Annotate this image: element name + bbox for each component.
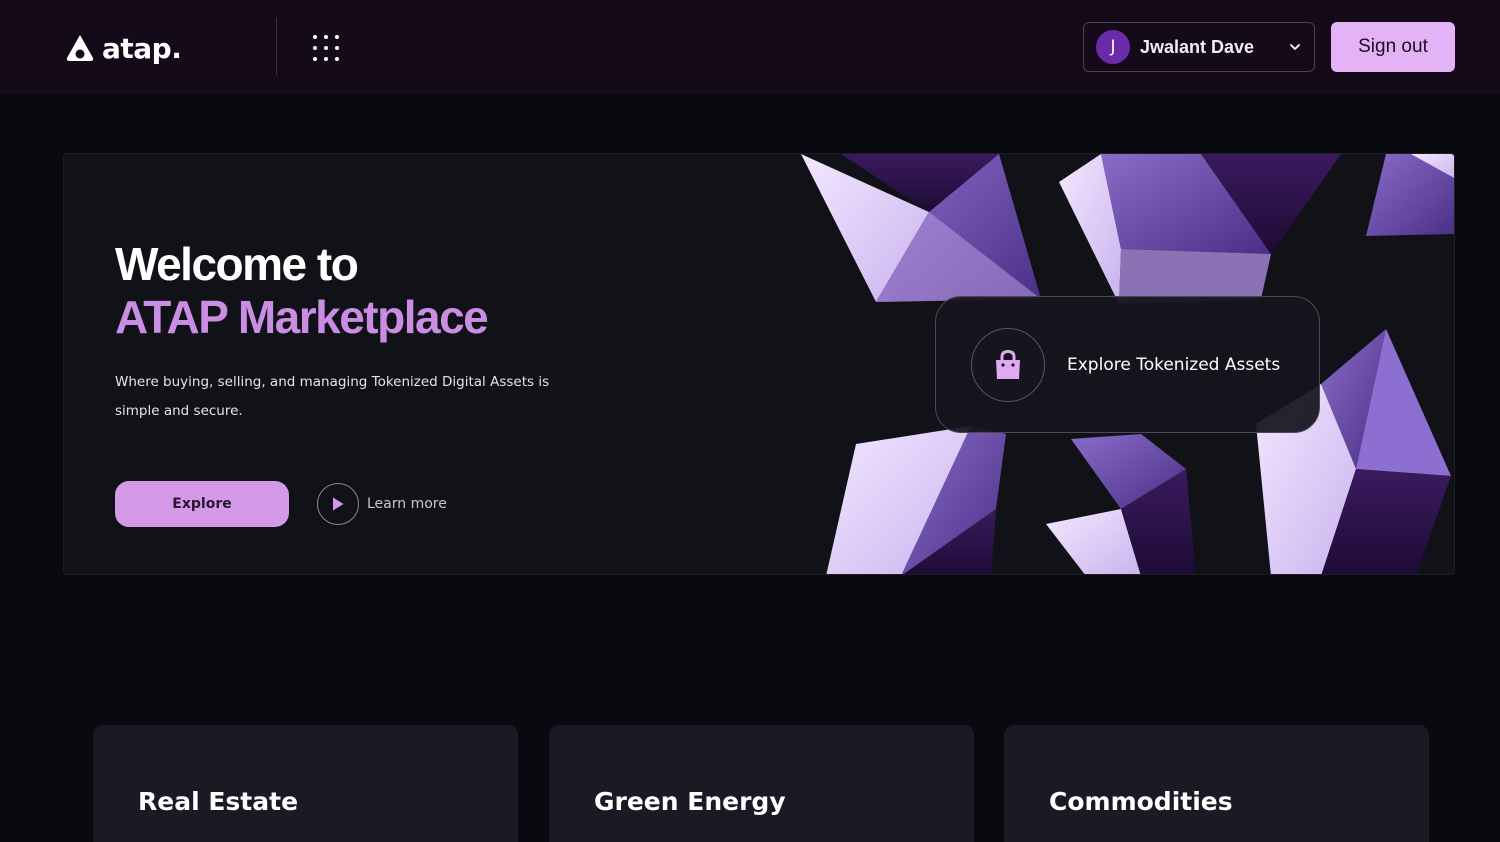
logo-text: atap. [102, 31, 182, 65]
category-card-real-estate[interactable]: Real Estate [93, 725, 518, 842]
learn-more-link[interactable]: Learn more [317, 483, 447, 525]
atap-logo-icon [66, 35, 94, 61]
shopping-bag-icon [996, 349, 1020, 379]
chevron-down-icon [1290, 44, 1300, 50]
hero-title-line1: Welcome to [115, 238, 359, 290]
play-button[interactable] [317, 483, 359, 525]
category-title: Green Energy [594, 787, 786, 816]
category-title: Commodities [1049, 787, 1233, 816]
user-menu-dropdown[interactable]: J Jwalant Dave [1083, 22, 1315, 72]
explore-card-label: Explore Tokenized Assets [1067, 354, 1281, 375]
page: atap. J Jwalant Dave Sign out Welcome to… [0, 0, 1500, 842]
play-icon [333, 497, 344, 511]
explore-tokenized-assets-card[interactable]: Explore Tokenized Assets [935, 296, 1320, 433]
top-header: atap. J Jwalant Dave Sign out [0, 0, 1500, 94]
apps-grid-button[interactable] [306, 28, 346, 68]
bag-icon-circle [971, 327, 1045, 402]
category-card-commodities[interactable]: Commodities [1004, 725, 1429, 842]
grid-icon [313, 35, 339, 61]
category-title: Real Estate [138, 787, 299, 816]
user-name: Jwalant Dave [1140, 36, 1255, 57]
logo[interactable]: atap. [64, 28, 182, 68]
category-card-green-energy[interactable]: Green Energy [549, 725, 974, 842]
sign-out-button[interactable]: Sign out [1331, 22, 1455, 72]
header-divider [276, 18, 277, 75]
hero-banner: Welcome to ATAP Marketplace Where buying… [63, 153, 1455, 575]
hero-subtitle: Where buying, selling, and managing Toke… [115, 374, 550, 419]
hero-title: Welcome to ATAP Marketplace [115, 238, 489, 344]
learn-more-label: Learn more [367, 496, 447, 512]
hero-title-line2: ATAP Marketplace [115, 291, 489, 343]
avatar: J [1096, 30, 1130, 64]
explore-button[interactable]: Explore [115, 481, 289, 527]
